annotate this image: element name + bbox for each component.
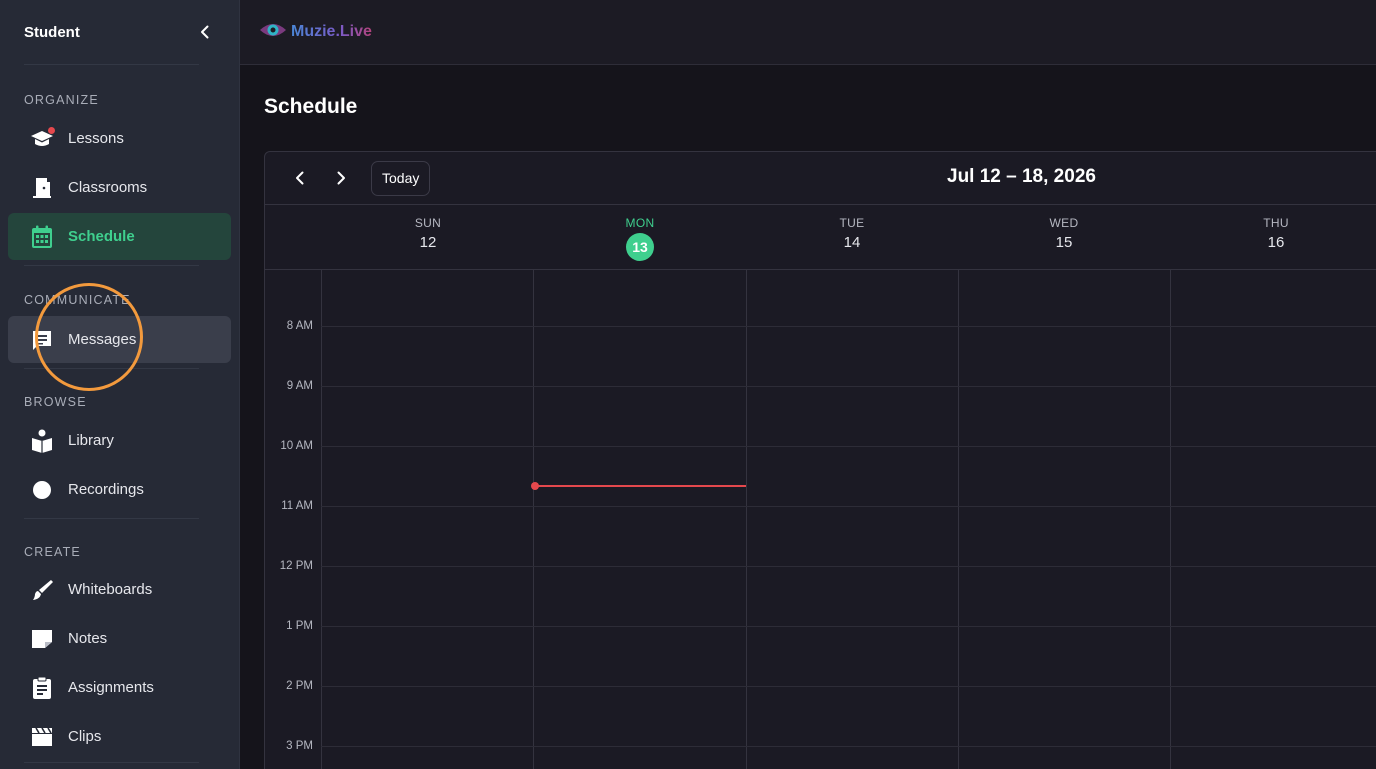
clapperboard-icon <box>30 725 54 749</box>
time-label: 2 PM <box>286 680 313 692</box>
sidebar-item-notes[interactable]: Notes <box>8 615 231 662</box>
sidebar-item-label: Schedule <box>68 228 135 245</box>
app-logo-text[interactable]: Muzie.Live <box>291 23 372 41</box>
book-reader-icon <box>30 429 54 453</box>
sidebar-item-label: Whiteboards <box>68 581 153 598</box>
record-icon <box>30 478 54 502</box>
sidebar-header: Student <box>0 0 239 64</box>
sidebar-item-label: Library <box>68 432 114 449</box>
current-time-indicator <box>534 485 746 487</box>
grid-hour-line <box>321 566 1376 567</box>
sidebar-item-label: Clips <box>68 728 102 745</box>
note-icon <box>30 627 54 651</box>
day-header-mon[interactable]: MON 13 <box>534 205 746 270</box>
day-number: 14 <box>843 234 861 251</box>
calendar: Today Jul 12 – 18, 2026 SUN 12 MON 13 TU… <box>264 151 1376 769</box>
day-header-tue[interactable]: TUE 14 <box>746 205 958 270</box>
sidebar-item-library[interactable]: Library <box>8 417 231 464</box>
sidebar: Student ORGANIZE Lessons Classrooms Sche… <box>0 0 240 769</box>
grid-column-line <box>958 270 959 769</box>
notification-dot <box>48 126 55 134</box>
previous-week-button[interactable] <box>287 165 313 191</box>
sidebar-item-messages[interactable]: Messages <box>8 316 231 363</box>
sidebar-item-clips[interactable]: Clips <box>8 713 231 760</box>
chevron-left-icon <box>296 171 304 185</box>
sidebar-item-label: Recordings <box>68 481 144 498</box>
grid-hour-line <box>321 746 1376 747</box>
day-number: 16 <box>1267 234 1285 251</box>
sidebar-item-recordings[interactable]: Recordings <box>8 466 231 513</box>
day-name: TUE <box>839 216 865 230</box>
sidebar-item-label: Assignments <box>68 679 154 696</box>
calendar-toolbar: Today Jul 12 – 18, 2026 <box>265 152 1376 205</box>
grid-hour-line <box>321 686 1376 687</box>
day-name: SUN <box>414 216 442 230</box>
divider <box>24 762 199 763</box>
chevron-left-icon <box>201 25 209 39</box>
sidebar-item-label: Classrooms <box>68 179 148 196</box>
day-number-today: 13 <box>626 233 654 261</box>
time-grid[interactable]: 8 AM 9 AM 10 AM 11 AM 12 PM 1 PM 2 PM 3 … <box>265 270 1376 769</box>
sidebar-item-label: Notes <box>68 630 108 647</box>
time-label: 12 PM <box>279 560 313 572</box>
grid-column-line <box>746 270 747 769</box>
logo-eye-icon <box>259 20 287 45</box>
graduation-cap-icon <box>30 126 55 151</box>
time-label: 11 AM <box>281 500 313 512</box>
day-header-wed[interactable]: WED 15 <box>958 205 1170 270</box>
clipboard-icon <box>30 676 54 700</box>
time-label: 8 AM <box>286 320 313 332</box>
grid-column-line <box>533 270 534 769</box>
door-icon <box>30 176 54 200</box>
sidebar-item-whiteboards[interactable]: Whiteboards <box>8 566 231 613</box>
current-time-dot <box>531 482 539 490</box>
day-name: MON <box>625 216 655 230</box>
grid-hour-line <box>321 446 1376 447</box>
brush-icon <box>30 578 54 602</box>
day-header-thu[interactable]: THU 16 <box>1170 205 1376 270</box>
time-label: 3 PM <box>286 740 313 752</box>
chevron-right-icon <box>337 171 345 185</box>
message-icon <box>30 328 54 352</box>
section-label-create: CREATE <box>24 545 81 559</box>
day-name: THU <box>1263 216 1289 230</box>
next-week-button[interactable] <box>328 165 354 191</box>
day-header-sun[interactable]: SUN 12 <box>322 205 534 270</box>
section-label-communicate: COMMUNICATE <box>24 293 131 307</box>
day-name: WED <box>1049 216 1079 230</box>
date-range-title: Jul 12 – 18, 2026 <box>947 166 1096 187</box>
time-label: 9 AM <box>286 380 313 392</box>
grid-hour-line <box>321 626 1376 627</box>
top-bar: Muzie.Live <box>240 0 1376 65</box>
collapse-sidebar-button[interactable] <box>195 22 215 42</box>
sidebar-item-assignments[interactable]: Assignments <box>8 664 231 711</box>
grid-hour-line <box>321 506 1376 507</box>
sidebar-item-schedule[interactable]: Schedule <box>8 213 231 260</box>
today-button[interactable]: Today <box>371 160 431 196</box>
grid-hour-line <box>321 386 1376 387</box>
day-number: 12 <box>419 234 437 251</box>
section-label-organize: ORGANIZE <box>24 93 99 107</box>
calendar-icon <box>30 225 54 249</box>
sidebar-item-label: Messages <box>68 331 137 348</box>
page-title: Schedule <box>264 95 358 118</box>
section-label-browse: BROWSE <box>24 395 87 409</box>
day-number: 15 <box>1055 234 1073 251</box>
sidebar-item-classrooms[interactable]: Classrooms <box>8 164 231 211</box>
time-label: 1 PM <box>286 620 313 632</box>
grid-column-line <box>1170 270 1171 769</box>
sidebar-item-lessons[interactable]: Lessons <box>8 115 231 162</box>
grid-column-line <box>321 270 322 769</box>
sidebar-title: Student <box>24 23 80 41</box>
time-label: 10 AM <box>280 440 313 452</box>
day-header-row: SUN 12 MON 13 TUE 14 WED 15 THU 16 <box>265 205 1376 270</box>
grid-hour-line <box>321 326 1376 327</box>
sidebar-item-label: Lessons <box>68 130 124 147</box>
